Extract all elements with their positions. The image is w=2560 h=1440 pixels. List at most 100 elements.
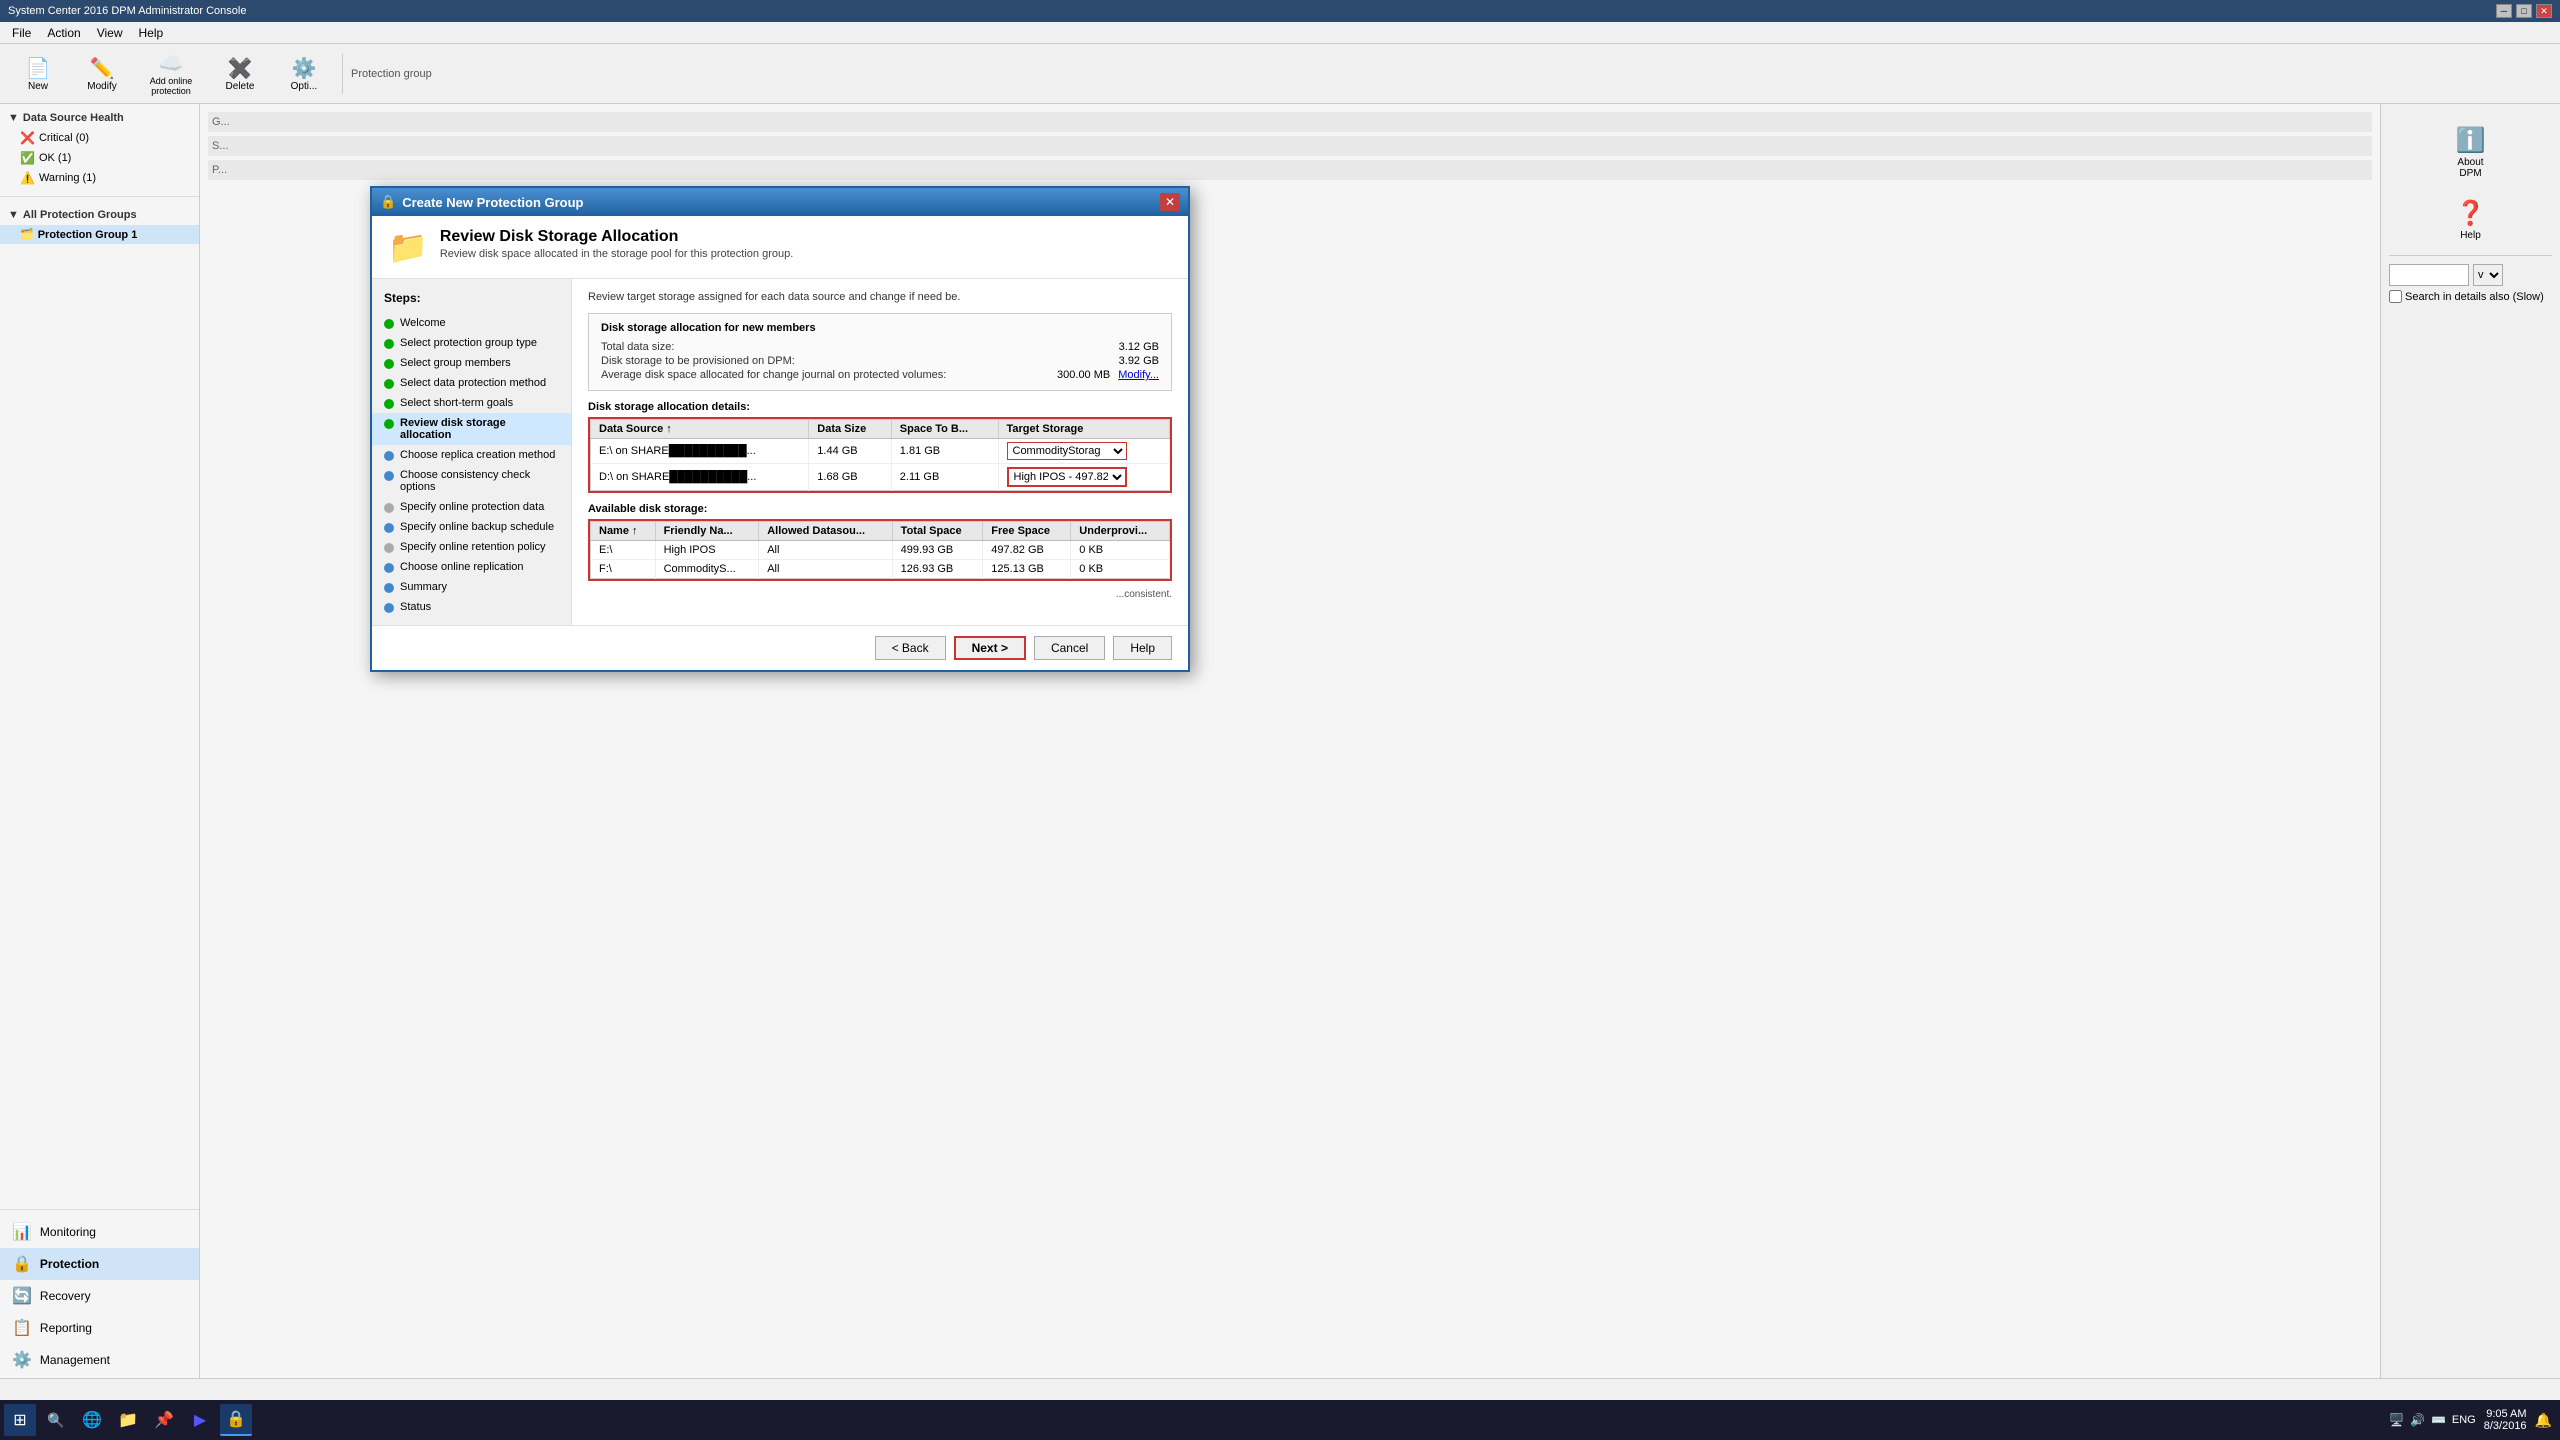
back-button[interactable]: < Back xyxy=(875,636,946,660)
step-bullet-short-term xyxy=(384,399,394,409)
title-bar: System Center 2016 DPM Administrator Con… xyxy=(0,0,2560,22)
help-panel-button[interactable]: ❓ Help xyxy=(2444,193,2498,247)
dialog-intro-text: Review target storage assigned for each … xyxy=(588,291,1172,303)
target-e: CommodityStorag High IPOS - 497.82 GB xyxy=(998,439,1170,464)
about-label: AboutDPM xyxy=(2457,157,2483,179)
new-button[interactable]: 📄 New xyxy=(8,52,68,96)
pg1-icon: 🗂️ xyxy=(20,228,34,241)
minimize-button[interactable]: ─ xyxy=(2496,4,2512,18)
avail-total-e: 499.93 GB xyxy=(892,541,983,560)
col-datasource: Data Source ↑ xyxy=(591,420,809,439)
nav-reporting[interactable]: 📋 Reporting xyxy=(0,1312,199,1344)
step-select-members[interactable]: Select group members xyxy=(372,353,571,373)
step-review-disk[interactable]: Review disk storage allocation xyxy=(372,413,571,445)
background-content: G... S... P... xyxy=(200,104,2380,192)
options-button[interactable]: ⚙️ Opti... xyxy=(274,52,334,96)
modify-label: Modify xyxy=(87,81,116,92)
modify-link[interactable]: Modify... xyxy=(1118,369,1159,381)
avail-col-allowed: Allowed Datasou... xyxy=(759,522,892,541)
target-select-d[interactable]: High IPOS - 497.82... CommodityStorag xyxy=(1007,467,1127,487)
step-select-type[interactable]: Select protection group type xyxy=(372,333,571,353)
start-button[interactable]: ⊞ xyxy=(4,1404,36,1436)
nav-protection[interactable]: 🔒 Protection xyxy=(0,1248,199,1280)
step-status[interactable]: Status xyxy=(372,597,571,617)
step-select-protection-method[interactable]: Select data protection method xyxy=(372,373,571,393)
step-online-protection[interactable]: Specify online protection data xyxy=(372,497,571,517)
notification-icon[interactable]: 🔔 xyxy=(2535,1412,2552,1429)
dialog-main-area: Review target storage assigned for each … xyxy=(572,279,1188,625)
recovery-label: Recovery xyxy=(40,1289,91,1303)
right-info-panel: ℹ️ AboutDPM ❓ Help v Search in detai xyxy=(2380,104,2560,1378)
sidebar: ▼ Data Source Health ❌ Critical (0) ✅ OK… xyxy=(0,104,200,1378)
collapse-icon: ▼ xyxy=(8,112,19,124)
step-bullet-summary xyxy=(384,583,394,593)
menu-help[interactable]: Help xyxy=(131,24,172,42)
taskbar-notes-icon[interactable]: 📌 xyxy=(148,1404,180,1436)
management-label: Management xyxy=(40,1353,110,1367)
available-storage-title: Available disk storage: xyxy=(588,503,1172,515)
journal-value: 300.00 MB Modify... xyxy=(1057,369,1159,381)
step-bullet-consistency xyxy=(384,471,394,481)
right-search-input[interactable] xyxy=(2389,264,2469,286)
start-icon: ⊞ xyxy=(13,1410,26,1430)
step-retention-policy[interactable]: Specify online retention policy xyxy=(372,537,571,557)
nav-monitoring[interactable]: 📊 Monitoring xyxy=(0,1216,199,1248)
sidebar-item-ok[interactable]: ✅ OK (1) xyxy=(0,148,199,168)
search-also-checkbox[interactable] xyxy=(2389,290,2402,303)
taskbar-dpm-icon[interactable]: 🔒 xyxy=(220,1404,252,1436)
menu-file[interactable]: File xyxy=(4,24,39,42)
taskbar-right: 🖥️ 🔊 ⌨️ ENG 9:05 AM 8/3/2016 🔔 xyxy=(2389,1408,2560,1432)
avail-col-free: Free Space xyxy=(983,522,1071,541)
folder-icon: 📁 xyxy=(118,1410,138,1430)
search-also-check[interactable]: Search in details also (Slow) xyxy=(2389,290,2552,303)
help-button[interactable]: Help xyxy=(1113,636,1172,660)
nav-recovery[interactable]: 🔄 Recovery xyxy=(0,1280,199,1312)
alloc-row-total: Total data size: 3.12 GB xyxy=(601,340,1159,354)
protection-groups-header[interactable]: ▼ All Protection Groups xyxy=(0,205,199,225)
window-title: System Center 2016 DPM Administrator Con… xyxy=(8,5,246,17)
close-button[interactable]: ✕ xyxy=(2536,4,2552,18)
step-online-replication[interactable]: Choose online replication xyxy=(372,557,571,577)
taskbar-search-icon[interactable]: 🔍 xyxy=(40,1404,72,1436)
sidebar-item-critical[interactable]: ❌ Critical (0) xyxy=(0,128,199,148)
avail-free-f: 125.13 GB xyxy=(983,560,1071,579)
delete-button[interactable]: ✖️ Delete xyxy=(210,52,270,96)
step-replica-creation[interactable]: Choose replica creation method xyxy=(372,445,571,465)
footer-note: ...consistent. xyxy=(588,589,1172,600)
sidebar-item-pg1[interactable]: 🗂️ Protection Group 1 xyxy=(0,225,199,244)
sidebar-item-warning[interactable]: ⚠️ Warning (1) xyxy=(0,168,199,188)
about-dpm-button[interactable]: ℹ️ AboutDPM xyxy=(2444,120,2498,185)
step-summary[interactable]: Summary xyxy=(372,577,571,597)
datasource-health-section: ▼ Data Source Health ❌ Critical (0) ✅ OK… xyxy=(0,104,199,192)
step-consistency-check[interactable]: Choose consistency check options xyxy=(372,465,571,497)
cancel-button[interactable]: Cancel xyxy=(1034,636,1105,660)
step-short-term-goals[interactable]: Select short-term goals xyxy=(372,393,571,413)
avail-friendly-f: CommodityS... xyxy=(655,560,759,579)
restore-button[interactable]: □ xyxy=(2516,4,2532,18)
right-search-select[interactable]: v xyxy=(2473,264,2503,286)
taskbar-powershell-icon[interactable]: ▶ xyxy=(184,1404,216,1436)
add-online-button[interactable]: ☁️ Add onlineprotection xyxy=(136,47,206,100)
taskbar-folder-icon[interactable]: 📁 xyxy=(112,1404,144,1436)
target-select-e[interactable]: CommodityStorag High IPOS - 497.82 GB xyxy=(1007,442,1127,460)
recovery-icon: 🔄 xyxy=(12,1286,32,1306)
menu-action[interactable]: Action xyxy=(39,24,88,42)
modify-button[interactable]: ✏️ Modify xyxy=(72,52,132,96)
size-e: 1.44 GB xyxy=(809,439,892,464)
step-bullet-welcome xyxy=(384,319,394,329)
step-online-backup[interactable]: Specify online backup schedule xyxy=(372,517,571,537)
step-welcome[interactable]: Welcome xyxy=(372,313,571,333)
search-section: v Search in details also (Slow) xyxy=(2389,255,2552,303)
datasource-health-header[interactable]: ▼ Data Source Health xyxy=(0,108,199,128)
nav-management[interactable]: ⚙️ Management xyxy=(0,1344,199,1376)
step-label-retention: Specify online retention policy xyxy=(400,541,546,553)
step-label-online-backup: Specify online backup schedule xyxy=(400,521,554,533)
avail-col-friendly: Friendly Na... xyxy=(655,522,759,541)
dialog-close-button[interactable]: ✕ xyxy=(1160,193,1180,211)
next-button[interactable]: Next > xyxy=(954,636,1026,660)
search-row: v xyxy=(2389,264,2552,286)
taskbar-ie-icon[interactable]: 🌐 xyxy=(76,1404,108,1436)
management-icon: ⚙️ xyxy=(12,1350,32,1370)
add-online-label: Add onlineprotection xyxy=(150,76,193,96)
menu-view[interactable]: View xyxy=(89,24,131,42)
